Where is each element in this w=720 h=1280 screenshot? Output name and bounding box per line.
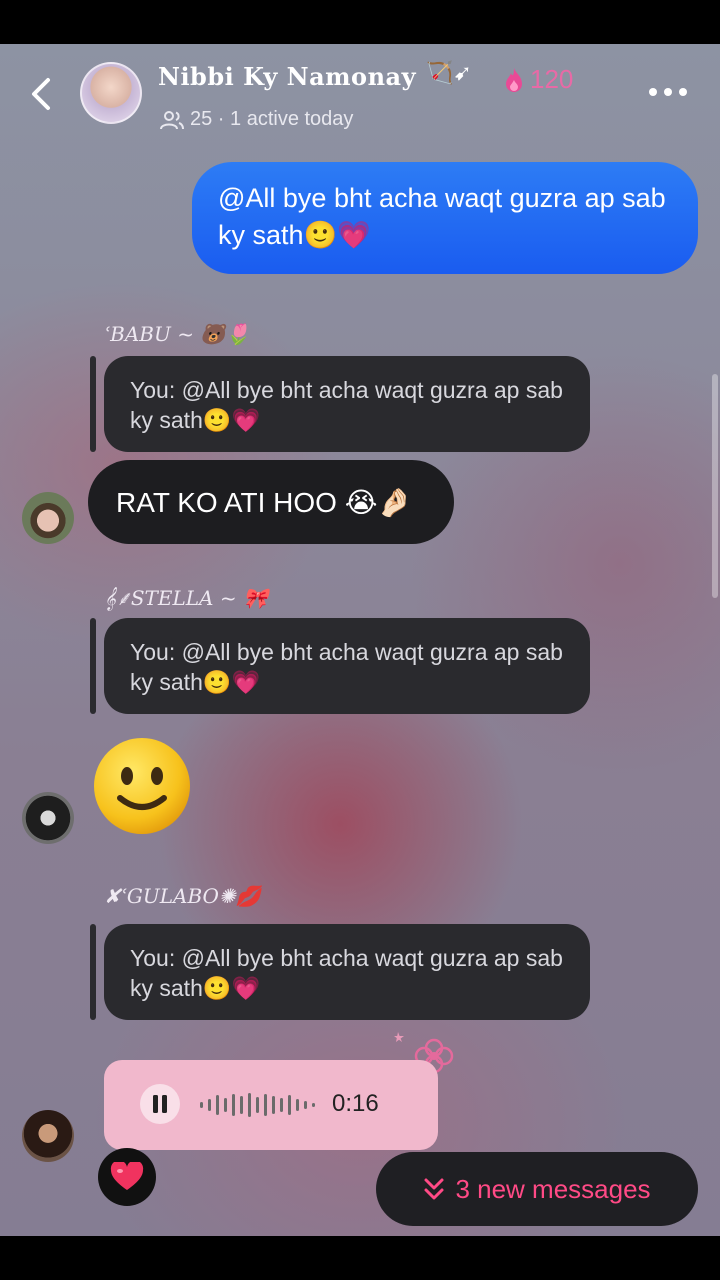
new-messages-label: 3 new messages xyxy=(455,1173,651,1204)
more-dots-icon[interactable] xyxy=(648,86,688,98)
quote-bar xyxy=(90,924,96,1020)
quoted-message[interactable]: You: @All bye bht acha waqt guzra ap sab… xyxy=(104,618,590,714)
quote-bar xyxy=(90,356,96,452)
status-bar xyxy=(0,0,720,44)
chat-screen: Nibbi Ky Namonay 🏹➹ 120 25 · 1 active to… xyxy=(0,44,720,1236)
scrollbar[interactable] xyxy=(712,374,718,598)
chevron-left-icon[interactable] xyxy=(26,74,56,114)
title-decoration: 🏹➹ xyxy=(426,60,472,85)
quoted-message[interactable]: You: @All bye bht acha waqt guzra ap sab… xyxy=(104,356,590,452)
double-chevron-down-icon xyxy=(424,1178,444,1200)
heart-icon xyxy=(110,1162,144,1190)
quote-bar xyxy=(90,618,96,714)
group-title[interactable]: Nibbi Ky Namonay xyxy=(158,62,416,91)
avatar[interactable] xyxy=(22,492,74,544)
sender-name[interactable]: 𝄞⸙STELLA ~ 🎀 xyxy=(104,584,268,611)
streak-badge: 120 xyxy=(502,64,573,95)
people-icon xyxy=(160,110,184,129)
voice-message[interactable]: 0:16 xyxy=(104,1060,438,1150)
avatar[interactable] xyxy=(22,1110,74,1162)
pause-button[interactable] xyxy=(140,1084,180,1124)
new-messages-button[interactable]: 3 new messages xyxy=(376,1152,698,1226)
pause-icon xyxy=(153,1095,167,1113)
streak-count: 120 xyxy=(530,64,574,94)
message-bubble[interactable]: RAT KO ATI HOO 😭🤌🏻 xyxy=(88,460,454,544)
sender-name[interactable]: ʿBABU ~ 🐻🌷 xyxy=(104,322,250,346)
bottom-bar xyxy=(0,1236,720,1280)
quoted-message[interactable]: You: @All bye bht acha waqt guzra ap sab… xyxy=(104,924,590,1020)
group-avatar[interactable] xyxy=(80,62,142,124)
sender-name[interactable]: ✘ʿGULABO✺💋 xyxy=(104,884,261,908)
heart-reaction-button[interactable] xyxy=(98,1148,156,1206)
own-message-bubble[interactable]: @All bye bht acha waqt guzra ap sab ky s… xyxy=(192,162,698,274)
avatar[interactable] xyxy=(22,792,74,844)
voice-duration: 0:16 xyxy=(332,1090,379,1117)
members-info[interactable]: 25 · 1 active today xyxy=(160,108,353,131)
waveform[interactable] xyxy=(198,1090,318,1120)
slight-smile-emoji[interactable] xyxy=(92,736,192,836)
flame-icon xyxy=(506,67,522,92)
members-text: 25 · 1 active today xyxy=(190,108,354,130)
